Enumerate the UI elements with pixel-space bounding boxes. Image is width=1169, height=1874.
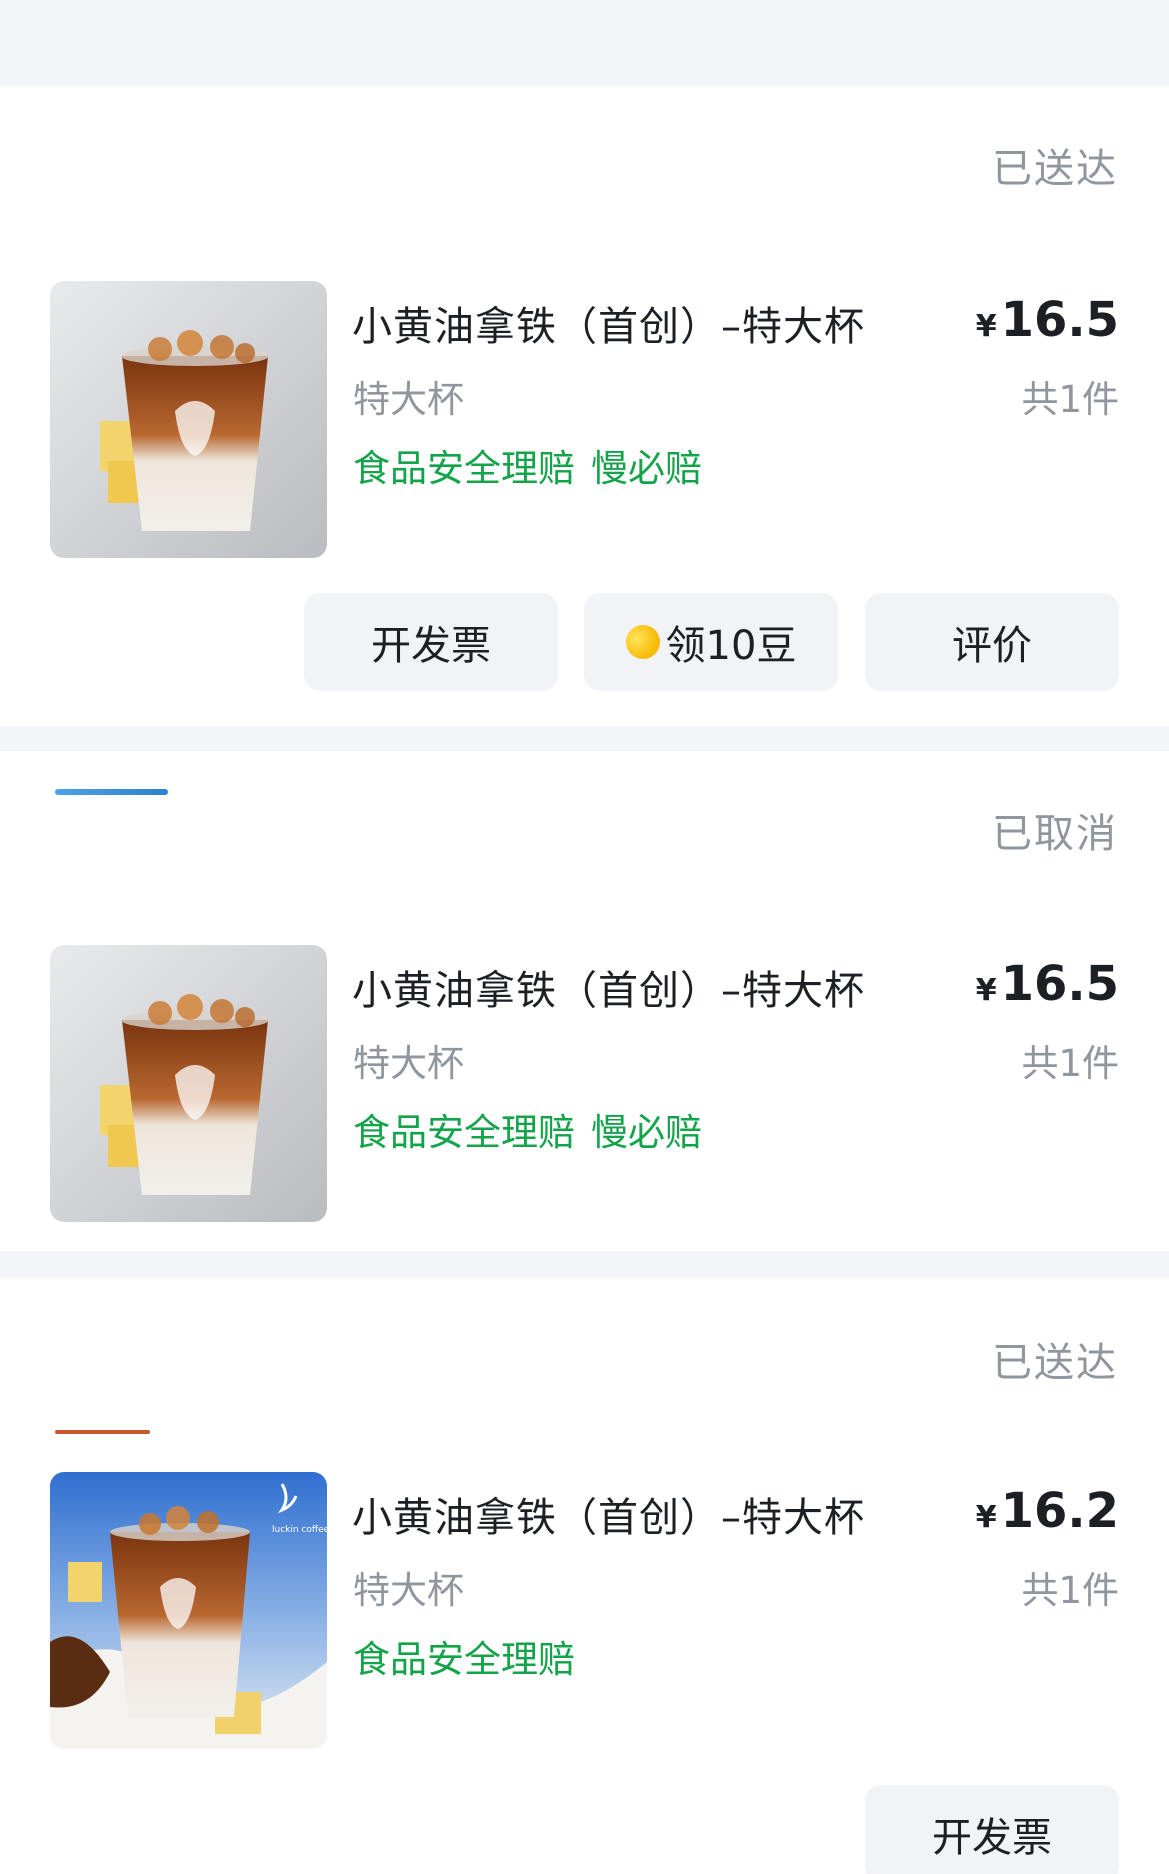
promo-tag: 食品安全理赔 xyxy=(353,1111,575,1154)
price-amount: 16.5 xyxy=(1000,292,1119,348)
product-spec: 特大杯 xyxy=(353,378,464,421)
svg-text:luckin coffee: luckin coffee xyxy=(272,1525,327,1535)
accent-line xyxy=(55,789,168,795)
price-amount: 16.2 xyxy=(1000,1483,1119,1539)
order-card[interactable]: 已送达 xyxy=(0,1278,1169,1874)
invoice-button-label: 开发票 xyxy=(932,1815,1052,1861)
promo-tags: 食品安全理赔 慢必赔 xyxy=(353,438,702,492)
currency-symbol: ¥ xyxy=(975,973,997,1008)
promo-tag: 慢必赔 xyxy=(591,1111,702,1154)
order-price: ¥16.5 xyxy=(976,292,1119,348)
currency-symbol: ¥ xyxy=(975,309,997,344)
product-spec: 特大杯 xyxy=(353,1569,464,1612)
promo-tag: 食品安全理赔 xyxy=(353,1638,575,1681)
product-image[interactable] xyxy=(50,945,327,1222)
promo-tags: 食品安全理赔 慢必赔 xyxy=(353,1102,702,1156)
item-count: 共1件 xyxy=(1021,378,1119,421)
product-spec: 特大杯 xyxy=(353,1042,464,1085)
product-name: 小黄油拿铁（首创）–特大杯 xyxy=(352,1495,865,1541)
order-price: ¥16.2 xyxy=(976,1483,1119,1539)
review-button[interactable]: 评价 xyxy=(865,593,1119,691)
order-status: 已送达 xyxy=(992,146,1118,192)
invoice-button-label: 开发票 xyxy=(371,623,491,669)
product-name: 小黄油拿铁（首创）–特大杯 xyxy=(352,304,865,350)
review-button-label: 评价 xyxy=(952,623,1032,669)
order-price: ¥16.5 xyxy=(976,956,1119,1012)
product-name: 小黄油拿铁（首创）–特大杯 xyxy=(352,968,865,1014)
claim-beans-label: 领10豆 xyxy=(665,623,797,669)
product-image[interactable] xyxy=(50,281,327,558)
coffee-bean-icon xyxy=(620,620,665,664)
invoice-button[interactable]: 开发票 xyxy=(304,593,558,691)
order-card[interactable]: 已送达 xyxy=(0,86,1169,726)
product-image[interactable]: luckin coffee xyxy=(50,1472,327,1749)
order-card[interactable]: 已取消 小黄油拿铁（首创）–特大杯 ¥16.5 特大杯 共1件 食品安全理赔 慢… xyxy=(0,751,1169,1251)
order-status: 已取消 xyxy=(992,811,1118,857)
item-count: 共1件 xyxy=(1021,1569,1119,1612)
order-list-page: 已送达 小黄油拿铁（首创）–特大杯 ¥16.5 特大杯 共1件 食品安全理赔 慢… xyxy=(0,0,1169,1874)
currency-symbol: ¥ xyxy=(975,1500,997,1535)
promo-tag: 慢必赔 xyxy=(591,447,702,490)
accent-line xyxy=(55,1430,150,1434)
item-count: 共1件 xyxy=(1021,1042,1119,1085)
claim-beans-button[interactable]: 领10豆 xyxy=(584,593,838,691)
promo-tag: 食品安全理赔 xyxy=(353,447,575,490)
promo-tags: 食品安全理赔 xyxy=(353,1629,575,1683)
invoice-button[interactable]: 开发票 xyxy=(865,1785,1119,1874)
order-status: 已送达 xyxy=(992,1340,1118,1386)
price-amount: 16.5 xyxy=(1000,956,1119,1012)
